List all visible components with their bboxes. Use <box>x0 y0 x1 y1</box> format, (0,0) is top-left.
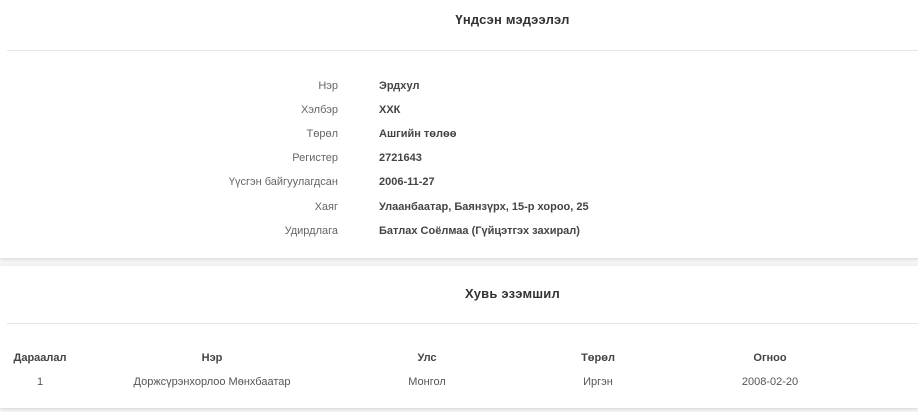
info-value-name: Эрдхул <box>379 80 420 92</box>
column-header-country: Улс <box>417 352 437 364</box>
info-label-name: Нэр <box>318 80 338 92</box>
info-row-type: Төрөл Ашгийн төлөө <box>0 128 918 148</box>
info-row-address: Хаяг Улаанбаатар, Баянзүрх, 15-р хороо, … <box>0 201 918 221</box>
info-label-type: Төрөл <box>306 128 339 140</box>
info-row-form: Хэлбэр ХХК <box>0 104 918 124</box>
column-header-order: Дараалал <box>13 352 67 364</box>
cell-date: 2008-02-20 <box>741 376 799 388</box>
info-value-register: 2721643 <box>379 152 422 164</box>
info-row-register: Регистер 2721643 <box>0 152 918 172</box>
info-value-address: Улаанбаатар, Баянзүрх, 15-р хороо, 25 <box>379 201 589 213</box>
info-label-form: Хэлбэр <box>300 104 338 116</box>
info-label-founded: Үүсгэн байгуулагдсан <box>228 176 338 188</box>
info-value-type: Ашгийн төлөө <box>379 128 457 140</box>
info-label-address: Хаяг <box>314 201 338 213</box>
info-value-management: Батлах Соёлмаа (Гүйцэтгэх захирал) <box>379 225 580 237</box>
column-header-type: Төрөл <box>581 352 615 364</box>
cell-name: Доржсүрэнхорлоо Мөнхбаатар <box>133 376 291 388</box>
column-header-name: Нэр <box>201 352 223 364</box>
column-header-date: Огноо <box>753 352 787 364</box>
ownership-card: Хувь эзэмшил Дараалал Нэр Улс Төрөл Огно… <box>0 266 918 408</box>
basic-info-card: Үндсэн мэдээлэл Нэр Эрдхул Хэлбэр ХХК Тө… <box>0 0 918 258</box>
cell-order: 1 <box>36 376 44 388</box>
cell-country: Монгол <box>408 376 446 388</box>
ownership-divider <box>7 323 918 324</box>
info-row-name: Нэр Эрдхул <box>0 80 918 100</box>
basic-info-title: Үндсэн мэдээлэл <box>455 12 570 27</box>
basic-info-divider <box>7 50 918 51</box>
ownership-title: Хувь эзэмшил <box>465 286 560 301</box>
cell-type: Иргэн <box>583 376 613 388</box>
info-value-form: ХХК <box>379 104 401 116</box>
info-row-management: Удирдлага Батлах Соёлмаа (Гүйцэтгэх захи… <box>0 225 918 245</box>
info-row-founded: Үүсгэн байгуулагдсан 2006-11-27 <box>0 176 918 196</box>
info-label-register: Регистер <box>292 152 338 164</box>
info-label-management: Удирдлага <box>284 225 338 237</box>
info-value-founded: 2006-11-27 <box>379 176 435 188</box>
